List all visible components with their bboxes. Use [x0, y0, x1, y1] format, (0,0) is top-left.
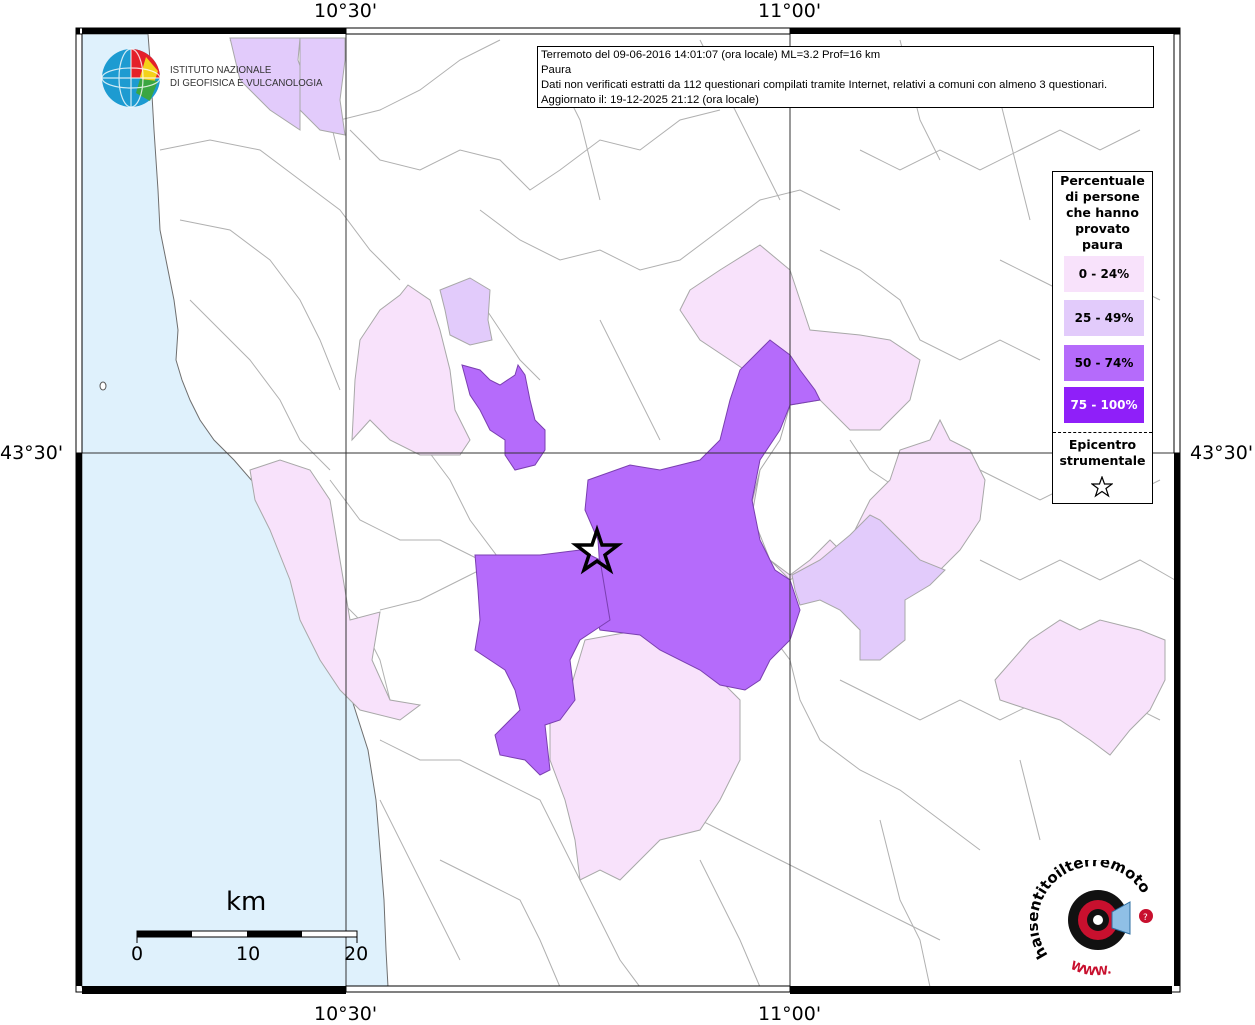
scale-label-10: 10	[236, 943, 261, 965]
scale-bar: km 0 10 20	[130, 885, 370, 975]
ingv-globe-icon	[101, 48, 161, 108]
legend-item-50-74: 50 - 74%	[1064, 345, 1144, 381]
hst-www-text: WWW.	[1069, 958, 1113, 978]
lon-label-top-left: 10°30'	[314, 0, 378, 22]
islet	[99, 381, 107, 391]
ingv-name-line1: ISTITUTO NAZIONALE	[170, 64, 272, 76]
lon-label-top-right: 11°00'	[758, 0, 822, 22]
lon-label-bottom-left: 10°30'	[314, 1003, 378, 1025]
lon-label-bottom-right: 11°00'	[758, 1003, 822, 1025]
hst-emblem-icon: haisentitoilterremoto.it WWW. ?	[1024, 846, 1155, 979]
updated-line: Aggiornato il: 19-12-2025 21:12 (ora loc…	[541, 94, 759, 106]
ingv-logo: ISTITUTO NAZIONALE DI GEOFISICA E VULCAN…	[100, 47, 322, 111]
lat-label-right: 43°30'	[1190, 442, 1254, 464]
data-note-line: Dati non verificati estratti da 112 ques…	[541, 79, 1108, 91]
star-icon	[1091, 476, 1113, 498]
parameter-line: Paura	[541, 64, 572, 76]
legend-epicenter-label: Epicentro strumentale	[1059, 437, 1146, 468]
svg-text:?: ?	[1143, 913, 1148, 923]
scale-label-20: 20	[344, 943, 369, 965]
legend-item-25-49: 25 - 49%	[1064, 300, 1144, 336]
scale-label-0: 0	[131, 943, 144, 965]
event-info-box: Terremoto del 09-06-2016 14:01:07 (ora l…	[537, 46, 1154, 108]
legend: Percentuale di persone che hanno provato…	[1052, 171, 1153, 504]
svg-text:WWW.: WWW.	[1069, 958, 1113, 978]
legend-separator	[1053, 432, 1152, 433]
hst-logo: haisentitoilterremoto.it WWW. ?	[1024, 846, 1170, 980]
scale-title: km	[226, 887, 267, 917]
ingv-name-line2: DI GEOFISICA E VULCANOLOGIA	[170, 77, 323, 89]
legend-item-0-24: 0 - 24%	[1064, 256, 1144, 292]
legend-title: Percentuale di persone che hanno provato…	[1060, 173, 1145, 252]
legend-item-75-100: 75 - 100%	[1064, 387, 1144, 423]
lat-label-left: 43°30'	[0, 442, 64, 464]
event-info-line: Terremoto del 09-06-2016 14:01:07 (ora l…	[541, 49, 881, 61]
